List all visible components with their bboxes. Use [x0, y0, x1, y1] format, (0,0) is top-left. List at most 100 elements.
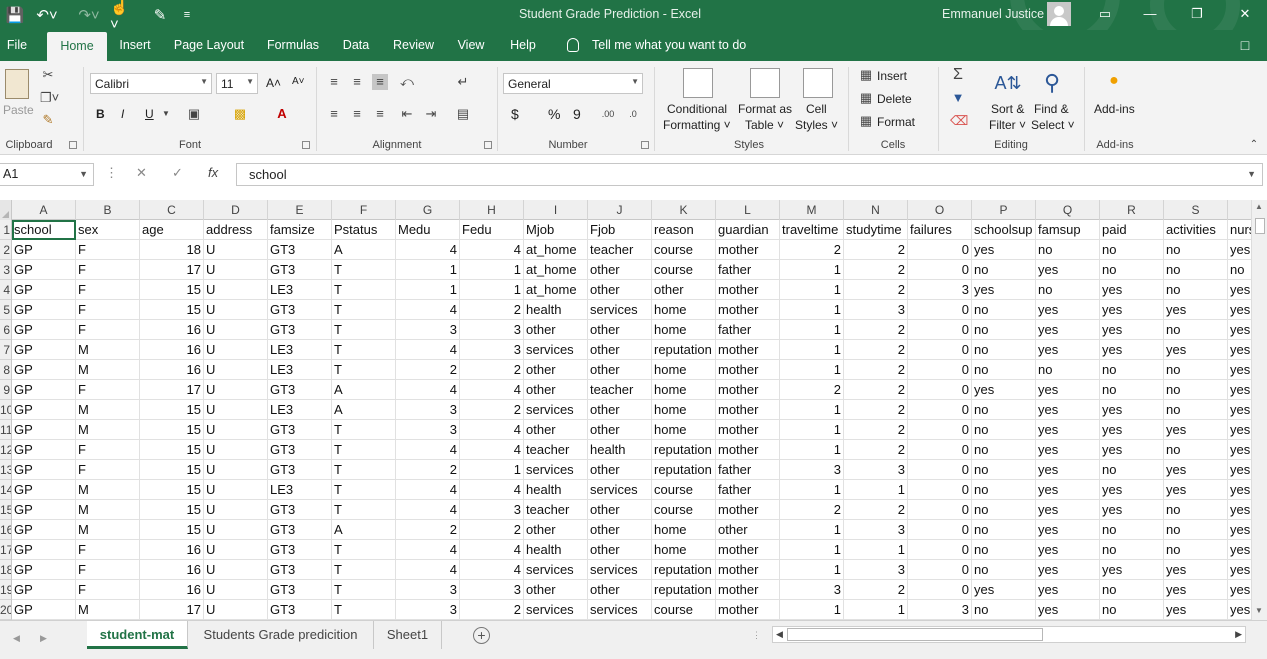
data-cell[interactable]: GP	[12, 480, 76, 500]
data-cell[interactable]: 3	[460, 320, 524, 340]
data-cell[interactable]: no	[1164, 520, 1228, 540]
cut-icon[interactable]: ✂	[40, 67, 56, 83]
data-cell[interactable]: 2	[844, 240, 908, 260]
data-cell[interactable]: GP	[12, 540, 76, 560]
data-cell[interactable]: yes	[1164, 560, 1228, 580]
data-cell[interactable]: 4	[396, 560, 460, 580]
data-cell[interactable]: 4	[460, 240, 524, 260]
data-cell[interactable]: other	[588, 360, 652, 380]
data-cell[interactable]: yes	[1228, 320, 1251, 340]
data-cell[interactable]: other	[588, 460, 652, 480]
data-cell[interactable]: 3	[396, 600, 460, 620]
data-cell[interactable]: 1	[396, 280, 460, 300]
data-cell[interactable]: at_home	[524, 240, 588, 260]
scroll-left-icon[interactable]: ◀	[776, 629, 783, 640]
data-cell[interactable]: 1	[780, 480, 844, 500]
align-bottom-icon[interactable]: ≡	[372, 74, 388, 90]
data-cell[interactable]: T	[332, 440, 396, 460]
data-cell[interactable]: yes	[1036, 340, 1100, 360]
underline-button[interactable]: U	[145, 107, 154, 121]
sheet-tab-students-grade-predicition[interactable]: Students Grade predicition	[188, 621, 374, 649]
data-cell[interactable]: GP	[12, 380, 76, 400]
data-cell[interactable]: other	[588, 520, 652, 540]
shrink-font-button[interactable]: A˅	[292, 76, 305, 87]
data-cell[interactable]: yes	[1100, 300, 1164, 320]
data-cell[interactable]: F	[76, 240, 140, 260]
alignment-launcher-icon[interactable]	[484, 141, 492, 149]
data-cell[interactable]: mother	[716, 440, 780, 460]
data-cell[interactable]: no	[972, 460, 1036, 480]
format-cells-icon[interactable]: ▦	[858, 113, 874, 129]
tab-insert[interactable]: Insert	[112, 30, 158, 61]
data-cell[interactable]: F	[76, 280, 140, 300]
data-cell[interactable]: yes	[1164, 420, 1228, 440]
data-cell[interactable]: 0	[908, 360, 972, 380]
align-left-icon[interactable]: ≡	[326, 106, 342, 122]
data-cell[interactable]: LE3	[268, 340, 332, 360]
data-cell[interactable]: 17	[140, 380, 204, 400]
data-cell[interactable]: no	[1164, 280, 1228, 300]
column-header-s[interactable]: S	[1164, 200, 1228, 220]
data-cell[interactable]: 15	[140, 480, 204, 500]
data-cell[interactable]: M	[76, 500, 140, 520]
data-cell[interactable]: yes	[1100, 440, 1164, 460]
data-cell[interactable]: 1	[780, 520, 844, 540]
data-cell[interactable]: 4	[460, 380, 524, 400]
data-cell[interactable]: father	[716, 320, 780, 340]
data-cell[interactable]: health	[524, 540, 588, 560]
data-cell[interactable]: 16	[140, 320, 204, 340]
select-all-button[interactable]	[0, 200, 12, 220]
data-cell[interactable]: F	[76, 560, 140, 580]
data-cell[interactable]: 4	[460, 480, 524, 500]
data-cell[interactable]: yes	[1100, 500, 1164, 520]
data-cell[interactable]: no	[972, 360, 1036, 380]
data-cell[interactable]: 0	[908, 560, 972, 580]
font-launcher-icon[interactable]	[302, 141, 310, 149]
close-icon[interactable]: ✕	[1230, 3, 1260, 25]
data-cell[interactable]: yes	[972, 580, 1036, 600]
data-cell[interactable]: yes	[1164, 580, 1228, 600]
data-cell[interactable]: F	[76, 580, 140, 600]
data-cell[interactable]: 3	[908, 280, 972, 300]
data-cell[interactable]: health	[588, 440, 652, 460]
data-cell[interactable]: yes	[1228, 540, 1251, 560]
data-cell[interactable]: U	[204, 400, 268, 420]
data-cell[interactable]: 4	[460, 440, 524, 460]
fill-color-icon[interactable]: ▩	[232, 106, 248, 122]
format-painter-icon[interactable]: ✎	[40, 112, 56, 128]
collapse-ribbon-icon[interactable]: ⌃	[1246, 137, 1262, 153]
data-cell[interactable]: no	[1100, 360, 1164, 380]
data-cell[interactable]: 4	[396, 340, 460, 360]
data-cell[interactable]: other	[588, 400, 652, 420]
data-cell[interactable]: U	[204, 280, 268, 300]
enter-icon[interactable]: ✓	[172, 165, 183, 181]
data-cell[interactable]: GP	[12, 580, 76, 600]
data-cell[interactable]: F	[76, 460, 140, 480]
data-cell[interactable]: 1	[460, 260, 524, 280]
data-cell[interactable]: 0	[908, 480, 972, 500]
data-cell[interactable]: 15	[140, 460, 204, 480]
data-cell[interactable]: 1	[780, 600, 844, 620]
format-as-table-label-1[interactable]: Format as	[738, 102, 792, 116]
row-header[interactable]: 3	[0, 260, 12, 280]
data-cell[interactable]: yes	[1228, 340, 1251, 360]
data-cell[interactable]: 3	[844, 520, 908, 540]
data-cell[interactable]: home	[652, 400, 716, 420]
data-cell[interactable]: 16	[140, 560, 204, 580]
find-select-icon[interactable]: ⚲	[1037, 68, 1067, 98]
data-cell[interactable]: 1	[780, 400, 844, 420]
tab-review[interactable]: Review	[386, 30, 441, 61]
data-cell[interactable]: yes	[1228, 580, 1251, 600]
data-cell[interactable]: no	[1036, 280, 1100, 300]
sort-filter-label-2[interactable]: Filter ˅	[989, 118, 1026, 132]
data-cell[interactable]: U	[204, 520, 268, 540]
data-cell[interactable]: 2	[844, 340, 908, 360]
header-cell[interactable]: Medu	[396, 220, 460, 240]
data-cell[interactable]: 4	[396, 440, 460, 460]
conditional-formatting-label-1[interactable]: Conditional	[667, 102, 727, 116]
data-cell[interactable]: GT3	[268, 580, 332, 600]
data-cell[interactable]: 2	[844, 360, 908, 380]
data-cell[interactable]: 3	[780, 580, 844, 600]
data-cell[interactable]: T	[332, 540, 396, 560]
data-cell[interactable]: yes	[1100, 560, 1164, 580]
